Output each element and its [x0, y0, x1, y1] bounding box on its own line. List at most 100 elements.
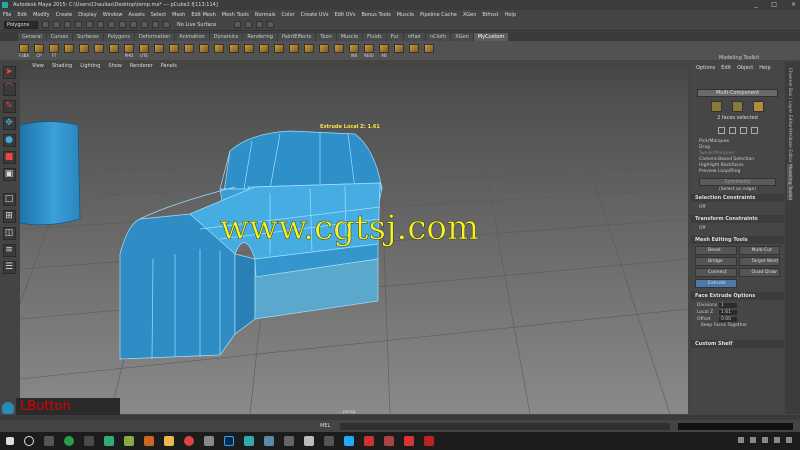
shelf-tool-icon[interactable]: CP: [33, 43, 45, 58]
maximize-button[interactable]: □: [771, 1, 777, 8]
shelf-tool-icon[interactable]: REIO: [363, 43, 375, 58]
app-icon-12[interactable]: [364, 436, 374, 446]
shelf-tab-muscle[interactable]: Muscle: [336, 33, 363, 41]
shelf-tool-icon[interactable]: [243, 43, 255, 58]
shelf-tool-icon[interactable]: [93, 43, 105, 58]
bridge-button[interactable]: Bridge: [695, 257, 737, 266]
command-input[interactable]: [340, 422, 671, 430]
vp-menu-show[interactable]: Show: [108, 63, 122, 69]
mtk-menu-object[interactable]: Object: [737, 65, 753, 71]
local-z-field[interactable]: 1.61: [719, 310, 737, 315]
menu-bonus-tools[interactable]: Bonus Tools: [361, 12, 390, 18]
shelf-tab-dynamics[interactable]: Dynamics: [209, 33, 243, 41]
app-icon-5[interactable]: [144, 436, 154, 446]
app-icon-14[interactable]: [404, 436, 414, 446]
divisions-field[interactable]: 1: [719, 303, 737, 308]
shelf-tool-icon[interactable]: [318, 43, 330, 58]
photoshop-icon[interactable]: [224, 436, 234, 446]
app-icon-6[interactable]: [204, 436, 214, 446]
snap-grid-icon[interactable]: [130, 21, 137, 28]
menu-edit-uvs[interactable]: Edit UVs: [334, 12, 355, 18]
side-tab-modeling-toolkit[interactable]: Modeling Toolkit: [787, 164, 792, 201]
shelf-tab-general[interactable]: General: [18, 33, 46, 41]
paint-select-icon[interactable]: ✎: [2, 100, 16, 113]
menu-mesh-tools[interactable]: Mesh Tools: [222, 12, 249, 18]
select-mode-icon[interactable]: [717, 127, 725, 134]
symmetry-button[interactable]: Symmetry: [699, 178, 776, 186]
move-mode-icon[interactable]: [728, 127, 736, 134]
shelf-tool-icon[interactable]: [423, 43, 435, 58]
folder-icon[interactable]: [164, 436, 174, 446]
shelf-tab-fluids[interactable]: Fluids: [363, 33, 386, 41]
shelf-tab-painteffects[interactable]: PaintEffects: [277, 33, 316, 41]
multi-component-button[interactable]: Multi-Component: [697, 89, 778, 97]
shelf-tool-icon[interactable]: [63, 43, 75, 58]
cylinder-mesh[interactable]: [20, 121, 81, 226]
menu-color[interactable]: Color: [282, 12, 295, 18]
search-icon[interactable]: [24, 436, 34, 446]
ipr-render-icon[interactable]: [245, 21, 253, 28]
shelf-tool-icon[interactable]: [78, 43, 90, 58]
shelf-tool-icon[interactable]: [333, 43, 345, 58]
shelf-tab-nhair[interactable]: nHair: [403, 33, 425, 41]
close-button[interactable]: ×: [791, 1, 796, 8]
shelf-tool-icon[interactable]: F3BX: [18, 43, 30, 58]
shelf-tab-polygons[interactable]: Polygons: [103, 33, 134, 41]
minimize-button[interactable]: _: [754, 1, 757, 8]
transform-constraints-value[interactable]: Off: [691, 226, 784, 232]
mtk-menu-options[interactable]: Options: [696, 65, 715, 71]
hypershade-icon[interactable]: [267, 21, 275, 28]
menu-xgen[interactable]: XGen: [463, 12, 477, 18]
menu-help[interactable]: Help: [505, 12, 516, 18]
save-scene-icon[interactable]: [64, 21, 71, 28]
menu-mesh[interactable]: Mesh: [172, 12, 185, 18]
shelf-tool-icon[interactable]: AB: [378, 43, 390, 58]
multi-cut-button[interactable]: Multi-Cut: [738, 246, 780, 255]
snap-point-icon[interactable]: [152, 21, 159, 28]
app-icon-11[interactable]: [344, 436, 354, 446]
undo-icon[interactable]: [75, 21, 82, 28]
selection-constraints-header[interactable]: Selection Constraints: [691, 194, 784, 202]
menu-pipeline-cache[interactable]: Pipeline Cache: [420, 12, 457, 18]
snap-surface-icon[interactable]: [163, 21, 170, 28]
viewport-scene[interactable]: Extrude Local Z: 1.61 www.cgtsj.com pers…: [20, 79, 688, 414]
app-icon-9[interactable]: [304, 436, 314, 446]
open-scene-icon[interactable]: [53, 21, 60, 28]
menu-muscle[interactable]: Muscle: [397, 12, 414, 18]
menu-file[interactable]: File: [3, 12, 11, 18]
menu-display[interactable]: Display: [78, 12, 96, 18]
lasso-tool-icon[interactable]: ⌒: [2, 83, 16, 96]
shelf-tool-icon[interactable]: [213, 43, 225, 58]
scale-tool-icon[interactable]: ■: [2, 151, 16, 164]
selection-constraints-value[interactable]: Off: [691, 205, 784, 211]
chrome-icon[interactable]: [184, 436, 194, 446]
menu-normals[interactable]: Normals: [255, 12, 276, 18]
menu-create[interactable]: Create: [56, 12, 73, 18]
shelf-tool-icon[interactable]: UTE: [138, 43, 150, 58]
vertex-mode-icon[interactable]: [711, 101, 722, 112]
offset-field[interactable]: 0.00: [719, 317, 737, 322]
layout-two-icon[interactable]: ◫: [2, 227, 16, 240]
select-hierarchy-icon[interactable]: [97, 21, 104, 28]
menu-assets[interactable]: Assets: [128, 12, 144, 18]
menu-select[interactable]: Select: [151, 12, 166, 18]
snap-curve-icon[interactable]: [141, 21, 148, 28]
shelf-tab-xgen[interactable]: XGen: [451, 33, 473, 41]
app-icon-13[interactable]: [384, 436, 394, 446]
custom-shelf-header[interactable]: Custom Shelf: [691, 340, 784, 348]
menu-window[interactable]: Window: [103, 12, 123, 18]
shelf-tab-ncloth[interactable]: nCloth: [426, 33, 451, 41]
perspective-viewport[interactable]: Extrude Local Z: 1.61 www.cgtsj.com pers…: [20, 79, 688, 414]
app-icon-2[interactable]: [84, 436, 94, 446]
extrude-button[interactable]: Extrude: [695, 279, 737, 288]
app-icon-10[interactable]: [324, 436, 334, 446]
windows-start-icon[interactable]: [6, 437, 14, 445]
scale-mode-icon[interactable]: [750, 127, 758, 134]
menu-modify[interactable]: Modify: [33, 12, 50, 18]
keyboard-icon[interactable]: [774, 437, 780, 443]
menu-edit[interactable]: Edit: [17, 12, 27, 18]
shelf-tool-icon[interactable]: [168, 43, 180, 58]
side-tab-attribute-editor[interactable]: Attribute Editor: [787, 128, 792, 163]
shelf-tool-icon[interactable]: [183, 43, 195, 58]
shelf-tab-rendering[interactable]: Rendering: [243, 33, 277, 41]
